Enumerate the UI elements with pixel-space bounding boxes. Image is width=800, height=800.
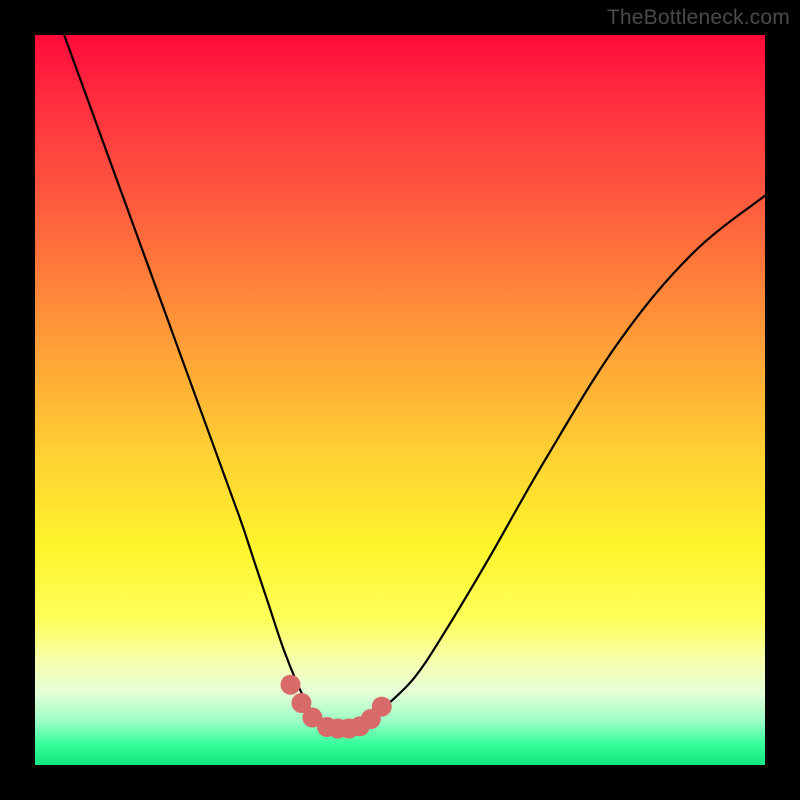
plot-area [35, 35, 765, 765]
trough-markers [281, 675, 392, 739]
watermark-text: TheBottleneck.com [607, 6, 790, 30]
trough-marker [372, 697, 392, 717]
chart-frame: TheBottleneck.com [0, 0, 800, 800]
chart-svg [35, 35, 765, 765]
trough-marker [281, 675, 301, 695]
bottleneck-curve [64, 35, 765, 729]
